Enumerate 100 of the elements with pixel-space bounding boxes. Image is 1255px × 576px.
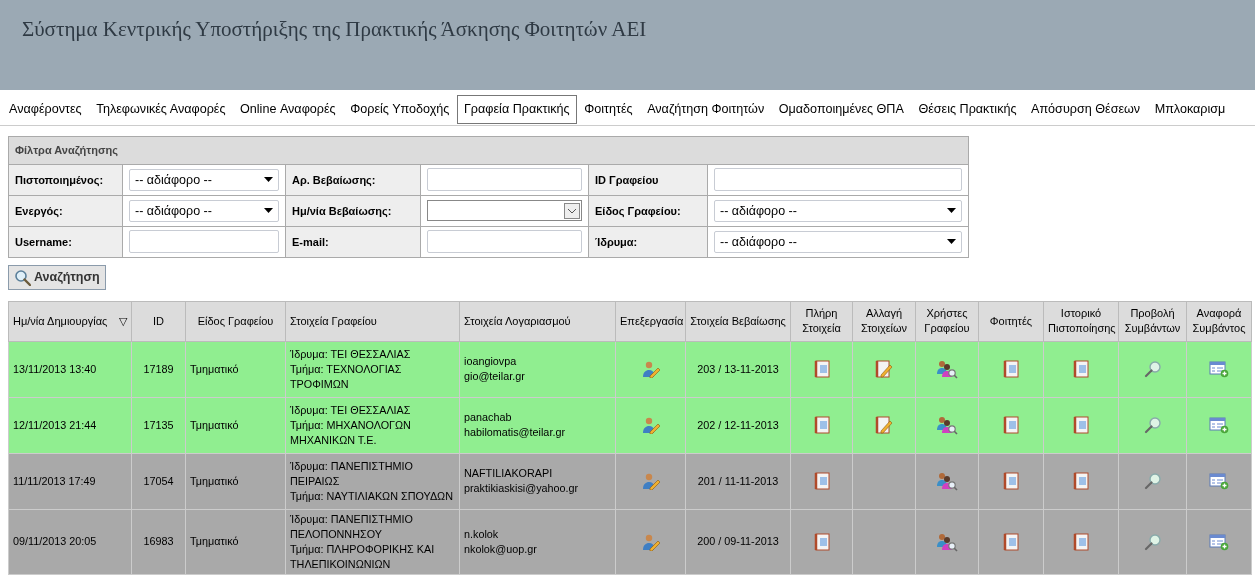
account-detail: n.kolok — [464, 526, 500, 542]
office-detail: Ίδρυμα: ΤΕΙ ΘΕΣΣΑΛΙΑΣ — [290, 346, 412, 362]
filter-label: Είδος Γραφείου: — [588, 195, 708, 227]
filter-label: Αρ. Βεβαίωσης: — [285, 164, 421, 196]
form-add-icon[interactable] — [1209, 360, 1229, 379]
filter-label: E-mail: — [285, 226, 421, 258]
office-detail: Ίδρυμα: ΠΑΝΕΠΙΣΤΗΜΙΟ ΠΕΙΡΑΙΩΣ — [290, 458, 414, 489]
notebook-icon[interactable] — [813, 472, 830, 491]
office-detail: Τμήμα: ΜΗΧΑΝΟΛΟΓΩΝ ΜΗΧΑΝΙΚΩΝ Τ.Ε. — [290, 417, 412, 448]
column-header: Στοιχεία Λογαριασμού — [459, 301, 616, 342]
table-cell: 11/11/2013 17:49 — [13, 474, 96, 487]
users-search-icon[interactable] — [936, 359, 958, 380]
column-header: Ιστορικό Πιστοποίησης — [1043, 301, 1119, 342]
text-field[interactable] — [427, 168, 582, 192]
form-add-icon[interactable] — [1209, 533, 1229, 551]
magnifier-icon[interactable] — [1143, 472, 1162, 491]
notebook-pencil-icon[interactable] — [875, 360, 893, 379]
notebook-icon[interactable] — [813, 360, 830, 379]
notebook-icon[interactable] — [1073, 472, 1089, 491]
notebook-pencil-icon[interactable] — [875, 416, 893, 435]
text-field[interactable] — [427, 230, 582, 254]
column-header: Στοιχεία Γραφείου — [285, 301, 460, 342]
dropdown-field[interactable]: -- αδιάφορο -- — [714, 199, 963, 222]
table-cell: Τμηματικό — [190, 418, 239, 431]
table-cell: 17189 — [143, 362, 174, 375]
filter-label: Ενεργός: — [8, 195, 123, 227]
office-detail: Ίδρυμα: ΤΕΙ ΘΕΣΣΑΛΙΑΣ — [290, 402, 412, 418]
column-header: Αναφορά Συμβάντος — [1186, 301, 1252, 342]
column-header: Αλλαγή Στοιχείων — [852, 301, 916, 342]
users-search-icon[interactable] — [936, 415, 958, 436]
menu-tab[interactable]: Απόσυρση Θέσεων — [1024, 95, 1148, 124]
dropdown-arrow-icon — [947, 208, 957, 214]
date-field[interactable] — [427, 200, 582, 222]
menu-tab[interactable]: Τηλεφωνικές Αναφορές — [89, 95, 233, 124]
table-cell: 13/11/2013 13:40 — [13, 362, 97, 375]
notebook-icon[interactable] — [1073, 360, 1089, 379]
table-cell: 203 / 13-11-2013 — [697, 362, 779, 375]
notebook-icon[interactable] — [813, 416, 830, 435]
text-field[interactable] — [129, 230, 279, 254]
menu-tab[interactable]: Φορείς Υποδοχής — [343, 95, 457, 124]
notebook-icon[interactable] — [1073, 533, 1089, 551]
table-cell: Τμηματικό — [190, 535, 239, 548]
table-cell: 12/11/2013 21:44 — [13, 418, 97, 431]
notebook-icon[interactable] — [1003, 472, 1019, 491]
menu-tab[interactable]: Αναζήτηση Φοιτητών — [640, 95, 772, 124]
search-button[interactable]: Αναζήτηση — [8, 264, 106, 290]
menu-tab[interactable]: Φοιτητές — [577, 95, 640, 124]
users-search-icon[interactable] — [936, 471, 958, 492]
notebook-icon[interactable] — [1073, 416, 1089, 435]
menu-tab[interactable]: Γραφεία Πρακτικής — [456, 95, 577, 124]
notebook-icon[interactable] — [1003, 360, 1019, 379]
form-add-icon[interactable] — [1209, 472, 1229, 491]
account-detail: habilomatis@teilar.gr — [464, 425, 566, 441]
filter-label: ID Γραφείου — [588, 164, 708, 196]
table-cell: 16983 — [143, 535, 174, 548]
office-detail: Τμήμα: ΠΛΗΡΟΦΟΡΙΚΗΣ ΚΑΙ ΤΗΛΕΠΙΚΟΙΝΩΝΙΩΝ — [290, 542, 436, 573]
account-detail: NAFTILIAKORAPI — [464, 466, 554, 482]
person-pencil-icon[interactable] — [641, 416, 660, 435]
dropdown-arrow-icon — [264, 208, 273, 214]
column-header: Πλήρη Στοιχεία — [790, 301, 853, 342]
dropdown-field[interactable]: -- αδιάφορο -- — [714, 230, 963, 253]
notebook-icon[interactable] — [813, 533, 830, 551]
menu-tab[interactable]: Θέσεις Πρακτικής — [911, 95, 1024, 124]
account-detail: ioangiovpa — [464, 354, 518, 370]
filter-panel-title: Φίλτρα Αναζήτησης — [8, 136, 969, 165]
dropdown-arrow-icon — [947, 239, 957, 245]
table-cell: Τμηματικό — [190, 474, 239, 487]
account-detail: panachab — [464, 410, 513, 426]
person-pencil-icon[interactable] — [641, 360, 660, 379]
sort-indicator[interactable]: ▽ — [119, 313, 127, 329]
column-header[interactable]: Ημ/νία Δημιουργίας — [13, 313, 108, 329]
account-detail: nkolok@uop.gr — [464, 542, 538, 557]
page-title: Σύστημα Κεντρικής Υποστήριξης της Πρακτικής Άσκησης Φοιτητών ΑΕΙ — [22, 16, 648, 43]
dropdown-field[interactable]: -- αδιάφορο -- — [129, 168, 279, 191]
magnifier-icon[interactable] — [1143, 533, 1162, 551]
users-search-icon[interactable] — [936, 532, 958, 552]
column-header: Χρήστες Γραφείου — [915, 301, 979, 342]
column-header: ID — [131, 301, 186, 342]
column-header: Επεξεργασία — [615, 301, 686, 342]
table-cell: 201 / 11-11-2013 — [697, 474, 779, 487]
menu-tab[interactable]: Ομαδοποιημένες ΘΠΑ — [771, 95, 911, 124]
dropdown-field[interactable]: -- αδιάφορο -- — [129, 199, 279, 222]
form-add-icon[interactable] — [1209, 416, 1229, 435]
table-cell: 17135 — [143, 418, 174, 431]
filter-label: Ημ/νία Βεβαίωσης: — [285, 195, 421, 227]
table-cell: 09/11/2013 20:05 — [13, 535, 97, 548]
text-field[interactable] — [714, 168, 963, 192]
magnifier-icon[interactable] — [1143, 416, 1162, 435]
filter-label: Πιστοποιημένος: — [8, 164, 123, 196]
menu-tab[interactable]: Μπλοκαρισμ — [1147, 95, 1233, 124]
magnifier-icon[interactable] — [1143, 360, 1162, 379]
menu-tab[interactable]: Online Αναφορές — [233, 95, 343, 124]
menu-tab[interactable]: Αναφέροντες — [2, 95, 89, 124]
column-header: Φοιτητές — [978, 301, 1044, 342]
filter-label: Username: — [8, 226, 123, 258]
table-cell: 17054 — [143, 474, 174, 487]
notebook-icon[interactable] — [1003, 533, 1019, 551]
office-detail: Ίδρυμα: ΠΑΝΕΠΙΣΤΗΜΙΟ ΠΕΛΟΠΟΝΝΗΣΟΥ — [290, 511, 414, 542]
notebook-icon[interactable] — [1003, 416, 1019, 435]
dropdown-arrow-icon — [264, 177, 273, 183]
